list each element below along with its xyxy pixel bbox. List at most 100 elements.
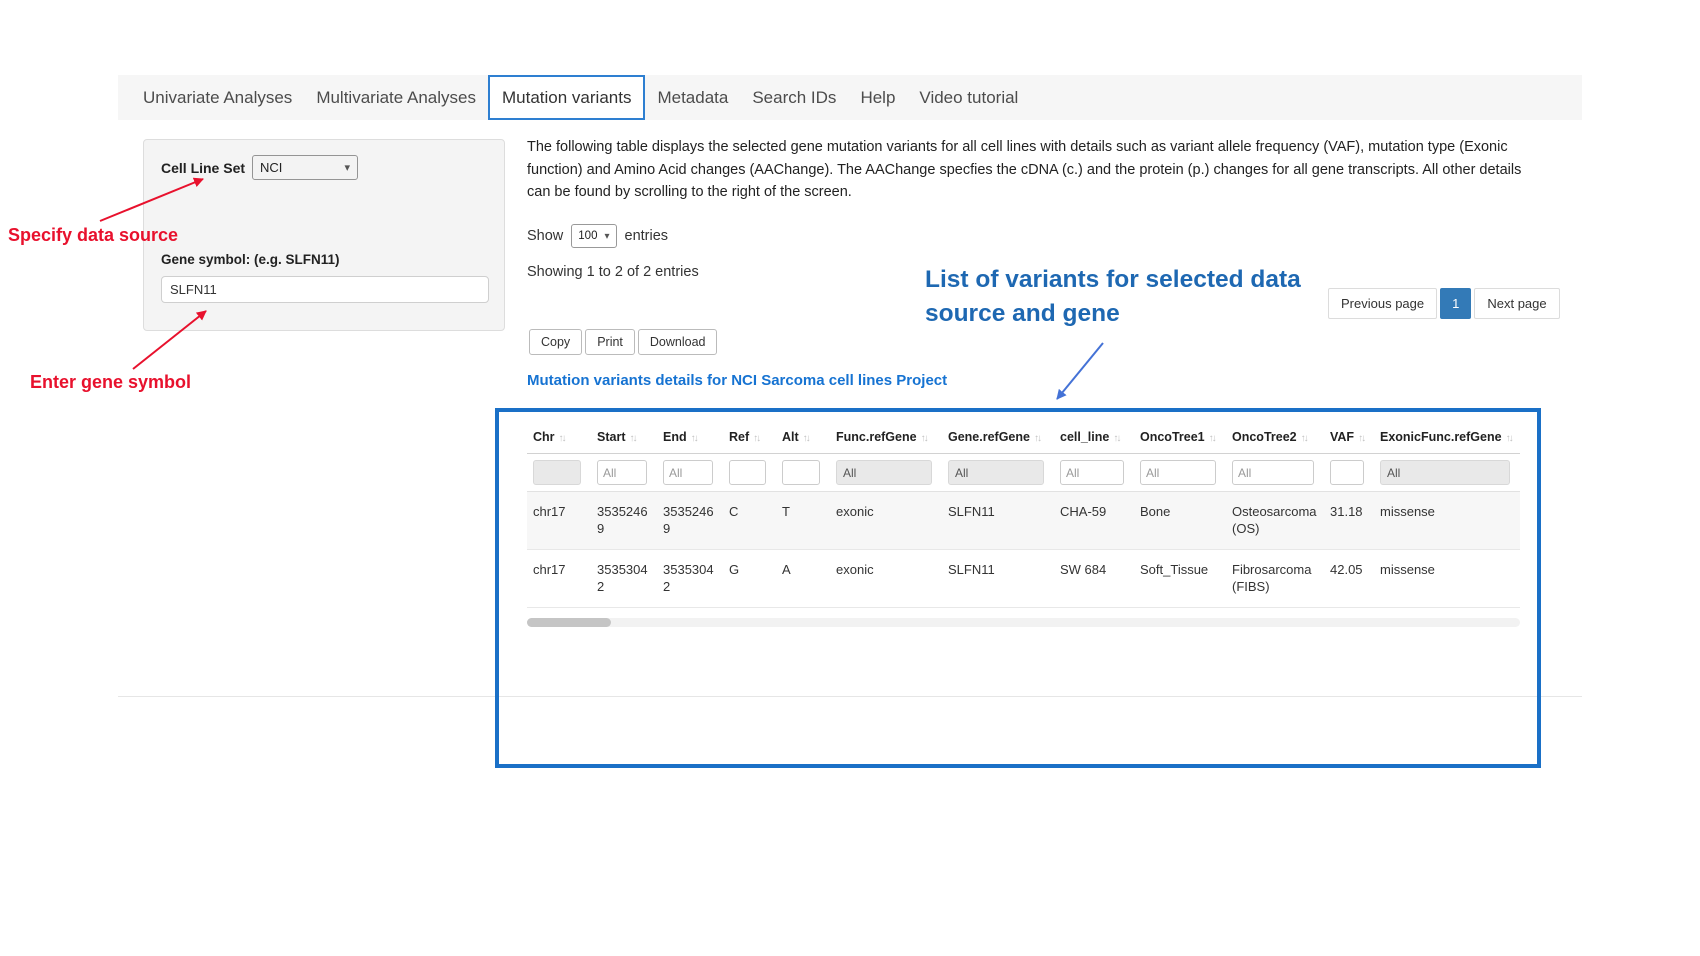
- filter-input-start[interactable]: [597, 460, 647, 485]
- table-header-row: Chr↑↓Start↑↓End↑↓Ref↑↓Alt↑↓Func.refGene↑…: [527, 424, 1520, 454]
- column-label: ExonicFunc.refGene: [1380, 430, 1502, 444]
- cell-line-set-row: Cell Line Set NCI ▾: [161, 155, 358, 180]
- chevron-down-icon: ▾: [345, 161, 351, 174]
- filter-select-gene-refgene[interactable]: All: [948, 460, 1044, 485]
- cell-cell-line: SW 684: [1054, 550, 1134, 608]
- sort-icon[interactable]: ↑↓: [1113, 433, 1119, 444]
- tab-mutation-variants[interactable]: Mutation variants: [488, 75, 645, 120]
- table-buttons: Copy Print Download: [529, 329, 717, 355]
- scrollbar-thumb[interactable]: [527, 618, 611, 627]
- column-header-oncotree1[interactable]: OncoTree1 ↑↓: [1134, 424, 1226, 454]
- arrow-to-variants-table: [1057, 343, 1103, 399]
- cell-vaf: 31.18: [1324, 492, 1374, 550]
- filter-cell: [1324, 454, 1374, 492]
- column-header-end[interactable]: End ↑↓: [657, 424, 723, 454]
- column-label: cell_line: [1060, 430, 1109, 444]
- gene-symbol-input[interactable]: [161, 276, 489, 303]
- page-number-1[interactable]: 1: [1440, 288, 1471, 319]
- horizontal-scrollbar[interactable]: [527, 618, 1520, 627]
- cell-exonicfunc-refgene: missense: [1374, 492, 1520, 550]
- annotation-specify-data-source: Specify data source: [8, 225, 178, 246]
- sort-icon[interactable]: ↑↓: [1209, 433, 1215, 444]
- cell-alt: A: [776, 550, 830, 608]
- filter-select-exonicfunc-refgene[interactable]: All: [1380, 460, 1510, 485]
- column-label: OncoTree1: [1140, 430, 1205, 444]
- column-header-ref[interactable]: Ref ↑↓: [723, 424, 776, 454]
- column-header-alt[interactable]: Alt↑↓: [776, 424, 830, 454]
- column-header-vaf[interactable]: VAF↑↓: [1324, 424, 1374, 454]
- tab-univariate-analyses[interactable]: Univariate Analyses: [131, 75, 304, 120]
- sort-icon[interactable]: ↑↓: [559, 433, 565, 444]
- entries-per-page-value: 100: [578, 230, 597, 242]
- sort-icon[interactable]: ↑↓: [803, 433, 809, 444]
- sort-icon[interactable]: ↑↓: [753, 433, 759, 444]
- entries-per-page-select[interactable]: 100 ▾: [571, 224, 616, 248]
- tab-multivariate-analyses[interactable]: Multivariate Analyses: [304, 75, 488, 120]
- cell-gene-refgene: SLFN11: [942, 492, 1054, 550]
- tab-video-tutorial[interactable]: Video tutorial: [907, 75, 1030, 120]
- tab-search-ids[interactable]: Search IDs: [740, 75, 848, 120]
- filter-select-func-refgene[interactable]: All: [836, 460, 932, 485]
- next-page-button[interactable]: Next page: [1474, 288, 1559, 319]
- column-header-func-refgene[interactable]: Func.refGene↑↓: [830, 424, 942, 454]
- copy-button[interactable]: Copy: [529, 329, 582, 355]
- column-label: Ref: [729, 430, 749, 444]
- table-row[interactable]: chr173535304235353042GAexonicSLFN11SW 68…: [527, 550, 1520, 608]
- filter-input-oncotree1[interactable]: [1140, 460, 1216, 485]
- column-header-gene-refgene[interactable]: Gene.refGene↑↓: [942, 424, 1054, 454]
- filter-input-end[interactable]: [663, 460, 713, 485]
- tab-help[interactable]: Help: [848, 75, 907, 120]
- column-header-exonicfunc-refgene[interactable]: ExonicFunc.refGene ↑↓: [1374, 424, 1520, 454]
- cell-gene-refgene: SLFN11: [942, 550, 1054, 608]
- table-description: The following table displays the selecte…: [527, 136, 1525, 204]
- cell-end: 35352469: [657, 492, 723, 550]
- column-header-chr[interactable]: Chr ↑↓: [527, 424, 591, 454]
- column-header-oncotree2[interactable]: OncoTree2↑↓: [1226, 424, 1324, 454]
- filter-input-oncotree2[interactable]: [1232, 460, 1314, 485]
- variants-table-region: Chr↑↓Start↑↓End↑↓Ref↑↓Alt↑↓Func.refGene↑…: [495, 408, 1541, 768]
- cell-oncotree2: Fibrosarcoma (FIBS): [1226, 550, 1324, 608]
- filter-input-vaf[interactable]: [1330, 460, 1364, 485]
- sort-icon[interactable]: ↑↓: [921, 433, 927, 444]
- cell-start: 35352469: [591, 492, 657, 550]
- cell-chr: chr17: [527, 550, 591, 608]
- cell-func-refgene: exonic: [830, 492, 942, 550]
- column-header-cell-line[interactable]: cell_line ↑↓: [1054, 424, 1134, 454]
- showing-info: Showing 1 to 2 of 2 entries: [527, 264, 699, 280]
- filter-input-alt[interactable]: [782, 460, 820, 485]
- download-button[interactable]: Download: [638, 329, 718, 355]
- table-row[interactable]: chr173535246935352469CTexonicSLFN11CHA-5…: [527, 492, 1520, 550]
- print-button[interactable]: Print: [585, 329, 635, 355]
- cell-oncotree1: Soft_Tissue: [1134, 550, 1226, 608]
- sort-icon[interactable]: ↑↓: [1034, 433, 1040, 444]
- filter-select-chr[interactable]: [533, 460, 581, 485]
- cell-alt: T: [776, 492, 830, 550]
- page: Univariate Analyses Multivariate Analyse…: [0, 0, 1700, 956]
- previous-page-button[interactable]: Previous page: [1328, 288, 1437, 319]
- cell-exonicfunc-refgene: missense: [1374, 550, 1520, 608]
- filter-cell: All: [1374, 454, 1520, 492]
- filter-input-cell-line[interactable]: [1060, 460, 1124, 485]
- column-label: Chr: [533, 430, 555, 444]
- sort-icon[interactable]: ↑↓: [1358, 433, 1364, 444]
- sort-icon[interactable]: ↑↓: [1301, 433, 1307, 444]
- sort-icon[interactable]: ↑↓: [691, 433, 697, 444]
- chevron-down-icon: ▾: [604, 231, 609, 242]
- filter-input-ref[interactable]: [729, 460, 766, 485]
- tab-metadata[interactable]: Metadata: [645, 75, 740, 120]
- control-panel: Cell Line Set NCI ▾ Gene symbol: (e.g. S…: [143, 139, 505, 331]
- variants-table: Chr↑↓Start↑↓End↑↓Ref↑↓Alt↑↓Func.refGene↑…: [527, 424, 1520, 608]
- column-label: Start: [597, 430, 625, 444]
- filter-cell: [527, 454, 591, 492]
- annotation-enter-gene-symbol: Enter gene symbol: [30, 372, 191, 393]
- cell-line-set-select[interactable]: NCI ▾: [252, 155, 358, 180]
- sort-icon[interactable]: ↑↓: [629, 433, 635, 444]
- table-filter-row: All All All: [527, 454, 1520, 492]
- table-title-link[interactable]: Mutation variants details for NCI Sarcom…: [527, 372, 947, 389]
- column-header-start[interactable]: Start ↑↓: [591, 424, 657, 454]
- sort-icon[interactable]: ↑↓: [1506, 433, 1512, 444]
- column-label: End: [663, 430, 687, 444]
- filter-cell: [591, 454, 657, 492]
- annotation-list-of-variants: List of variants for selected data sourc…: [925, 263, 1325, 331]
- filter-cell: [723, 454, 776, 492]
